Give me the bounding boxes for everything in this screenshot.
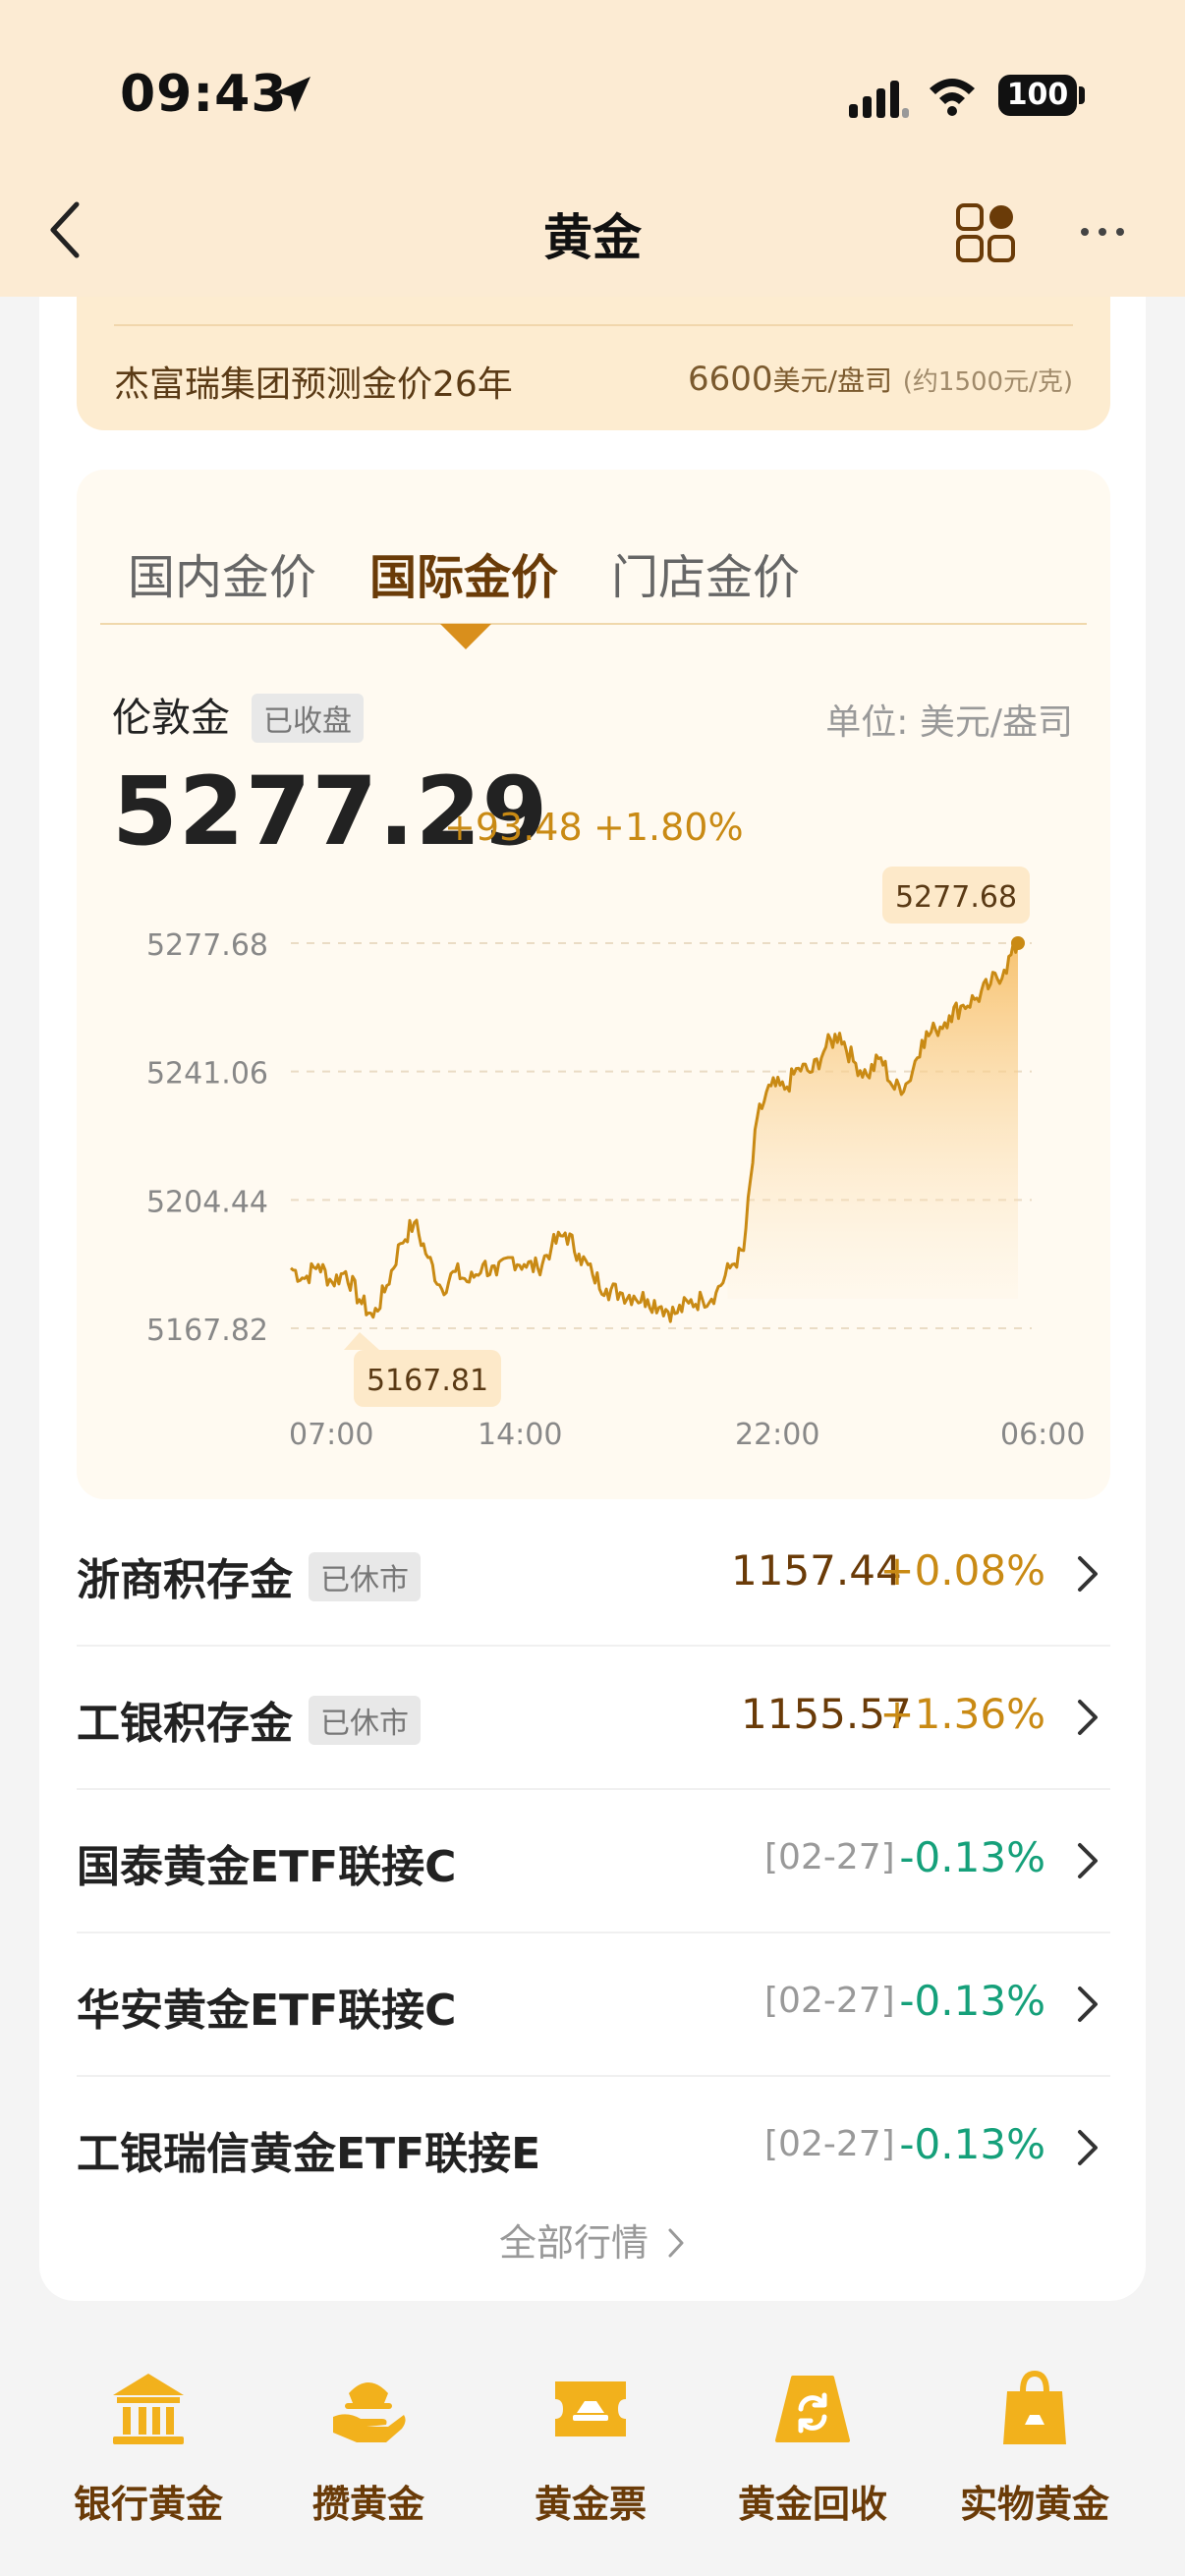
ticket-icon bbox=[555, 2381, 626, 2436]
status-time: 09:43 bbox=[120, 65, 288, 124]
dock-gold-ticket[interactable]: 黄金票 bbox=[480, 2368, 702, 2528]
forecast-price-value: 6600 bbox=[688, 360, 773, 399]
quote-row-zheshang[interactable]: 浙商积存金 已休市 1157.44 +0.08% bbox=[77, 1503, 1110, 1647]
row-change-percent: -0.13% bbox=[899, 1833, 1045, 1881]
chevron-right-icon bbox=[1078, 1843, 1098, 1878]
chevron-right-icon bbox=[668, 2228, 684, 2258]
y-tick-label: 5241.06 bbox=[146, 1057, 268, 1092]
price-line-chart[interactable]: 5277.68 5241.06 5204.44 5167.82 07:00 14:00 22… bbox=[77, 470, 1110, 1499]
quote-row-huaan-etf[interactable]: 华安黄金ETF联接C [02-27] -0.13% bbox=[77, 1933, 1110, 2077]
min-label-pointer bbox=[344, 1332, 379, 1350]
row-name: 国泰黄金ETF联接C bbox=[77, 1842, 457, 1892]
forecast-price-unit: 美元/盘司 bbox=[772, 364, 892, 397]
dock-label: 黄金回收 bbox=[737, 2483, 887, 2526]
forecast-price: 6600美元/盘司 (约1500元/克) bbox=[688, 360, 1073, 399]
forecast-price-approx: (约1500元/克) bbox=[902, 367, 1073, 397]
shopping-bag-icon bbox=[1003, 2370, 1066, 2444]
min-label: 5167.81 bbox=[367, 1364, 488, 1398]
status-bar: 09:43 100 bbox=[0, 0, 1185, 177]
battery-tip bbox=[1079, 86, 1085, 104]
dock-save-gold[interactable]: 攒黄金 bbox=[257, 2368, 480, 2528]
recycle-icon bbox=[775, 2376, 850, 2442]
x-tick-label: 22:00 bbox=[735, 1418, 819, 1452]
x-tick-label: 06:00 bbox=[1000, 1418, 1085, 1452]
all-quotes-link[interactable]: 全部行情 bbox=[0, 2212, 1185, 2267]
y-tick-label: 5167.82 bbox=[146, 1314, 268, 1348]
cellular-signal-icon bbox=[849, 81, 909, 118]
row-name: 华安黄金ETF联接C bbox=[77, 1986, 457, 2036]
row-change-percent: +1.36% bbox=[879, 1690, 1045, 1738]
quote-row-icbc[interactable]: 工银积存金 已休市 1155.57 +1.36% bbox=[77, 1647, 1110, 1790]
quote-row-guotai-etf[interactable]: 国泰黄金ETF联接C [02-27] -0.13% bbox=[77, 1790, 1110, 1933]
all-quotes-label: 全部行情 bbox=[498, 2221, 649, 2265]
more-options-icon[interactable] bbox=[1079, 220, 1126, 244]
forecast-text: 杰富瑞集团预测金价26年 bbox=[114, 364, 513, 405]
dock-label: 攒黄金 bbox=[311, 2483, 424, 2526]
x-tick-label: 07:00 bbox=[289, 1418, 373, 1452]
dock-label: 银行黄金 bbox=[73, 2483, 223, 2526]
y-tick-label: 5277.68 bbox=[146, 928, 268, 963]
price-endpoint-dot bbox=[1011, 936, 1025, 950]
row-change-percent: +0.08% bbox=[879, 1546, 1045, 1595]
row-status-badge: 已休市 bbox=[309, 1552, 421, 1601]
chevron-right-icon bbox=[1078, 1987, 1098, 2022]
chevron-right-icon bbox=[1078, 1556, 1098, 1592]
y-tick-label: 5204.44 bbox=[146, 1185, 268, 1219]
dock-gold-recycle[interactable]: 黄金回收 bbox=[702, 2368, 924, 2528]
row-status-badge: 已休市 bbox=[309, 1696, 421, 1745]
row-name: 工银积存金 bbox=[77, 1699, 293, 1749]
row-change-percent: -0.13% bbox=[899, 1977, 1045, 2025]
dock-label: 实物黄金 bbox=[959, 2483, 1109, 2526]
chevron-right-icon bbox=[1078, 1700, 1098, 1735]
forecast-divider bbox=[114, 324, 1073, 326]
grid-apps-icon[interactable] bbox=[955, 202, 1016, 263]
forecast-banner[interactable]: 杰富瑞集团预测金价26年 6600美元/盘司 (约1500元/克) bbox=[77, 297, 1110, 430]
battery-indicator: 100 bbox=[998, 75, 1077, 116]
dock-label: 黄金票 bbox=[534, 2483, 647, 2526]
dock-physical-gold[interactable]: 实物黄金 bbox=[924, 2368, 1146, 2528]
bank-icon bbox=[113, 2374, 184, 2444]
gold-price-chart-card: 国内金价 国际金价 门店金价 伦敦金 已收盘 单位: 美元/盎司 5277.29… bbox=[77, 470, 1110, 1499]
max-label: 5277.68 bbox=[895, 880, 1017, 915]
row-name: 工银瑞信黄金ETF联接E bbox=[77, 2129, 541, 2179]
row-date: [02-27] bbox=[764, 1981, 895, 2021]
row-date: [02-27] bbox=[764, 1837, 895, 1877]
save-gold-icon bbox=[333, 2382, 406, 2442]
quote-row-icbc-credit-suisse-etf[interactable]: 工银瑞信黄金ETF联接E [02-27] -0.13% bbox=[77, 2077, 1110, 2218]
x-tick-label: 14:00 bbox=[478, 1418, 562, 1452]
row-price: 1157.44 bbox=[731, 1546, 902, 1595]
dock-bank-gold[interactable]: 银行黄金 bbox=[37, 2368, 259, 2528]
location-arrow-icon bbox=[275, 77, 310, 112]
row-change-percent: -0.13% bbox=[899, 2120, 1045, 2168]
wifi-icon bbox=[930, 79, 975, 116]
row-name: 浙商积存金 bbox=[77, 1555, 293, 1605]
row-date: [02-27] bbox=[764, 2124, 895, 2164]
chevron-right-icon bbox=[1078, 2130, 1098, 2165]
